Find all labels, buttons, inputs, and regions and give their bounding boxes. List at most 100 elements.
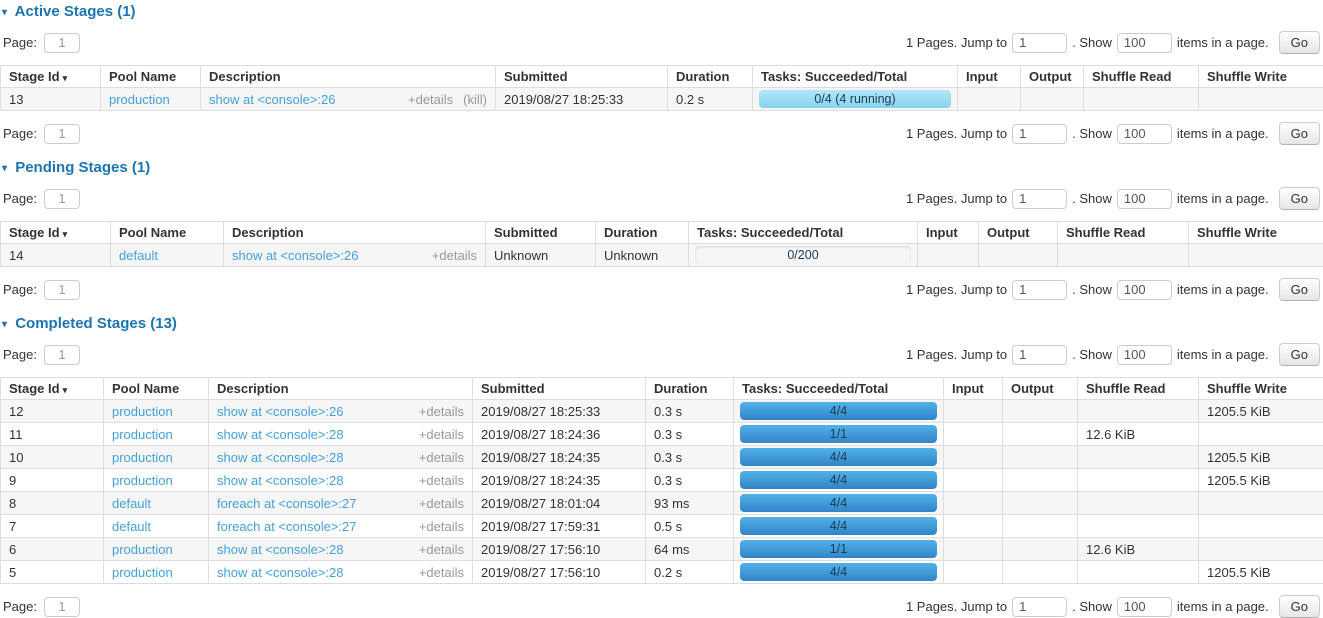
column-header-output[interactable]: Output [1021, 66, 1084, 88]
column-header-description[interactable]: Description [224, 222, 486, 244]
details-toggle[interactable]: +details [419, 473, 464, 488]
tasks-progress-bar: 4/4 [740, 471, 937, 489]
go-button[interactable]: Go [1279, 31, 1320, 54]
description-link[interactable]: show at <console>:28 [217, 450, 343, 465]
pool-name-link[interactable]: default [112, 519, 151, 534]
description-link[interactable]: show at <console>:28 [217, 542, 343, 557]
column-header-submitted[interactable]: Submitted [486, 222, 596, 244]
details-toggle[interactable]: +details [432, 248, 477, 263]
progress-label: 4/4 [740, 494, 937, 512]
column-header-description[interactable]: Description [201, 66, 496, 88]
column-header-stage-id[interactable]: Stage Id▾ [1, 378, 104, 400]
go-button[interactable]: Go [1279, 343, 1320, 366]
column-header-pool-name[interactable]: Pool Name [101, 66, 201, 88]
description-link[interactable]: show at <console>:28 [217, 473, 343, 488]
items-per-page-input[interactable] [1117, 189, 1172, 209]
details-toggle[interactable]: +details [408, 92, 453, 107]
items-per-page-label: items in a page. [1177, 35, 1269, 50]
pool-name-link[interactable]: production [112, 450, 173, 465]
column-header-output[interactable]: Output [1003, 378, 1078, 400]
tasks-progress-bar: 4/4 [740, 517, 937, 535]
table-header-row: Stage Id▾Pool NameDescriptionSubmittedDu… [1, 66, 1323, 88]
details-toggle[interactable]: +details [419, 404, 464, 419]
column-header-pool-name[interactable]: Pool Name [111, 222, 224, 244]
details-toggle[interactable]: +details [419, 519, 464, 534]
column-header-input[interactable]: Input [918, 222, 979, 244]
page-number-input[interactable] [44, 280, 80, 300]
column-header-duration[interactable]: Duration [668, 66, 753, 88]
page-number-input[interactable] [44, 124, 80, 144]
column-header-submitted[interactable]: Submitted [496, 66, 668, 88]
column-header-submitted[interactable]: Submitted [473, 378, 646, 400]
column-header-shuffle-read[interactable]: Shuffle Read [1078, 378, 1199, 400]
jump-to-page-input[interactable] [1012, 280, 1067, 300]
pool-name-link[interactable]: production [109, 92, 170, 107]
pool-name-link[interactable]: production [112, 565, 173, 580]
column-header-output[interactable]: Output [979, 222, 1058, 244]
details-toggle[interactable]: +details [419, 542, 464, 557]
pool-name-link[interactable]: default [119, 248, 158, 263]
page-number-input[interactable] [44, 189, 80, 209]
go-button[interactable]: Go [1279, 595, 1320, 618]
completed-stages-heading[interactable]: ▾ Completed Stages (13) [2, 312, 1323, 332]
column-header-shuffle-write[interactable]: Shuffle Write [1199, 378, 1323, 400]
column-header-stage-id[interactable]: Stage Id▾ [1, 222, 111, 244]
column-header-duration[interactable]: Duration [646, 378, 734, 400]
column-header-tasks-succeeded-total[interactable]: Tasks: Succeeded/Total [753, 66, 958, 88]
items-per-page-input[interactable] [1117, 280, 1172, 300]
column-header-description[interactable]: Description [209, 378, 473, 400]
column-header-shuffle-write[interactable]: Shuffle Write [1199, 66, 1323, 88]
column-header-input[interactable]: Input [958, 66, 1021, 88]
completed-stages-table: Stage Id▾Pool NameDescriptionSubmittedDu… [0, 377, 1323, 584]
jump-to-page-input[interactable] [1012, 33, 1067, 53]
jump-to-page-input[interactable] [1012, 189, 1067, 209]
go-button[interactable]: Go [1279, 122, 1320, 145]
items-per-page-input[interactable] [1117, 33, 1172, 53]
details-toggle[interactable]: +details [419, 496, 464, 511]
page-number-input[interactable] [44, 345, 80, 365]
description-link[interactable]: show at <console>:26 [209, 92, 335, 107]
jump-to-page-input[interactable] [1012, 345, 1067, 365]
pool-name-link[interactable]: production [112, 542, 173, 557]
description-link[interactable]: foreach at <console>:27 [217, 496, 357, 511]
column-header-stage-id[interactable]: Stage Id▾ [1, 66, 101, 88]
page-jump-controls: 1 Pages. Jump to . Show items in a page.… [906, 343, 1320, 366]
details-toggle[interactable]: +details [419, 427, 464, 442]
page-number-input[interactable] [44, 33, 80, 53]
jump-to-page-input[interactable] [1012, 597, 1067, 617]
items-per-page-input[interactable] [1117, 345, 1172, 365]
pool-name-link[interactable]: default [112, 496, 151, 511]
column-header-tasks-succeeded-total[interactable]: Tasks: Succeeded/Total [734, 378, 944, 400]
shuffle-write-cell: 1205.5 KiB [1199, 400, 1323, 423]
items-per-page-input[interactable] [1117, 124, 1172, 144]
go-button[interactable]: Go [1279, 278, 1320, 301]
column-header-shuffle-write[interactable]: Shuffle Write [1189, 222, 1323, 244]
go-button[interactable]: Go [1279, 187, 1320, 210]
column-header-input[interactable]: Input [944, 378, 1003, 400]
submitted-cell: 2019/08/27 18:25:33 [473, 400, 646, 423]
kill-link[interactable]: (kill) [463, 92, 487, 107]
description-link[interactable]: show at <console>:26 [232, 248, 358, 263]
description-link[interactable]: show at <console>:28 [217, 565, 343, 580]
jump-to-page-input[interactable] [1012, 124, 1067, 144]
items-per-page-input[interactable] [1117, 597, 1172, 617]
active-stages-heading[interactable]: ▾ Active Stages (1) [2, 0, 1323, 20]
column-header-duration[interactable]: Duration [596, 222, 689, 244]
pool-name-link[interactable]: production [112, 473, 173, 488]
description-link[interactable]: show at <console>:26 [217, 404, 343, 419]
description-link[interactable]: show at <console>:28 [217, 427, 343, 442]
pool-name-link[interactable]: production [112, 427, 173, 442]
column-header-tasks-succeeded-total[interactable]: Tasks: Succeeded/Total [689, 222, 918, 244]
column-header-pool-name[interactable]: Pool Name [104, 378, 209, 400]
pool-name-link[interactable]: production [112, 404, 173, 419]
column-header-shuffle-read[interactable]: Shuffle Read [1084, 66, 1199, 88]
description-link[interactable]: foreach at <console>:27 [217, 519, 357, 534]
column-header-shuffle-read[interactable]: Shuffle Read [1058, 222, 1189, 244]
tasks-progress-cell: 4/4 [734, 446, 944, 469]
pending-stages-heading[interactable]: ▾ Pending Stages (1) [2, 156, 1323, 176]
details-toggle[interactable]: +details [419, 565, 464, 580]
details-toggle[interactable]: +details [419, 450, 464, 465]
page-number-input[interactable] [44, 597, 80, 617]
description-actions: +details [409, 427, 464, 442]
items-per-page-label: items in a page. [1177, 347, 1269, 362]
